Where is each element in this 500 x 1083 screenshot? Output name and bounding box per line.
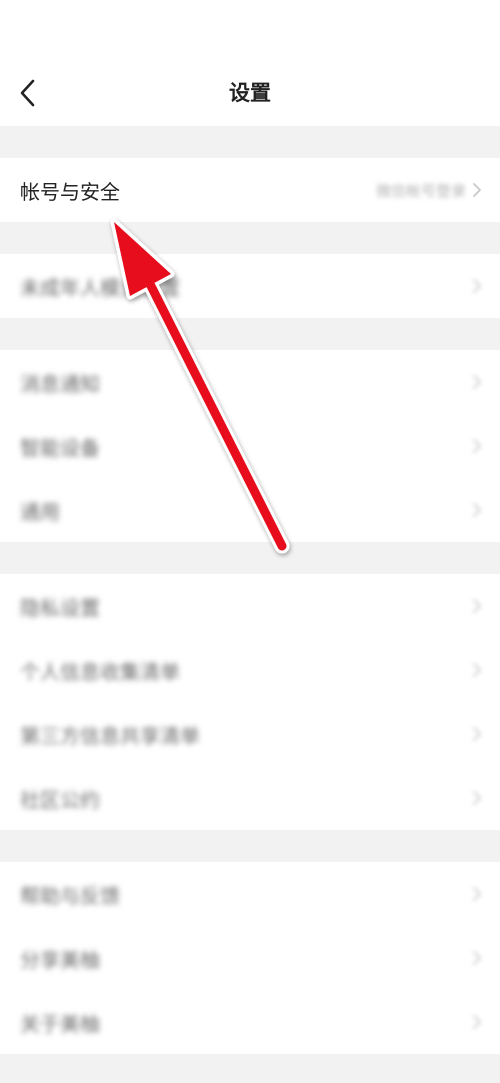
chevron-right-icon [472,502,482,518]
nav-bar: 设置 [0,60,500,126]
settings-row-share[interactable]: 分享美柚 [0,926,500,990]
chevron-right-icon [472,726,482,742]
row-label: 第三方信息共享清单 [20,723,200,748]
chevron-left-icon [20,79,35,107]
settings-group-privacy: 隐私设置 个人信息收集清单 第三方信息共享清单 社区公约 [0,574,500,830]
row-label: 未成年人模式设置 [20,275,180,300]
row-label: 智能设备 [20,435,100,460]
chevron-right-icon [472,278,482,294]
row-label: 通用 [20,499,60,524]
settings-group-account: 帐号与安全 微信帐号登录 [0,158,500,222]
chevron-right-icon [472,374,482,390]
settings-row-help-feedback[interactable]: 帮助与反馈 [0,862,500,926]
chevron-right-icon [472,598,482,614]
row-label: 隐私设置 [20,595,100,620]
chevron-right-icon [472,950,482,966]
row-value: 微信帐号登录 [375,181,466,200]
status-bar [0,0,500,60]
row-label: 分享美柚 [20,947,100,972]
row-label: 个人信息收集清单 [20,659,180,684]
row-label: 关于美柚 [20,1011,100,1036]
settings-row-account-security[interactable]: 帐号与安全 微信帐号登录 [0,158,500,222]
settings-group-about: 帮助与反馈 分享美柚 关于美柚 [0,862,500,1054]
chevron-right-icon [472,1014,482,1030]
settings-row-general[interactable]: 通用 [0,478,500,542]
row-label: 社区公约 [20,787,100,812]
section-gap [0,126,500,158]
row-label: 消息通知 [20,371,100,396]
back-button[interactable] [10,72,46,114]
settings-row-minor-mode[interactable]: 未成年人模式设置 [0,254,500,318]
chevron-right-icon [472,790,482,806]
section-gap [0,830,500,862]
settings-row-privacy[interactable]: 隐私设置 [0,574,500,638]
settings-row-third-party-list[interactable]: 第三方信息共享清单 [0,702,500,766]
settings-row-about[interactable]: 关于美柚 [0,990,500,1054]
settings-row-notifications[interactable]: 消息通知 [0,350,500,414]
settings-row-personal-info-list[interactable]: 个人信息收集清单 [0,638,500,702]
chevron-right-icon [472,886,482,902]
settings-row-smart-devices[interactable]: 智能设备 [0,414,500,478]
chevron-right-icon [472,662,482,678]
section-gap [0,542,500,574]
section-gap [0,222,500,254]
settings-group-minor: 未成年人模式设置 [0,254,500,318]
chevron-right-icon [472,438,482,454]
settings-screen: 设置 帐号与安全 微信帐号登录 未成年人模式设置 消息通知 智能设备 通用 隐私… [0,0,500,1083]
chevron-right-icon [472,182,482,198]
section-gap [0,318,500,350]
row-label: 帮助与反馈 [20,883,120,908]
settings-row-community-rules[interactable]: 社区公约 [0,766,500,830]
page-title: 设置 [229,81,271,105]
settings-group-general: 消息通知 智能设备 通用 [0,350,500,542]
row-label: 帐号与安全 [20,179,120,204]
